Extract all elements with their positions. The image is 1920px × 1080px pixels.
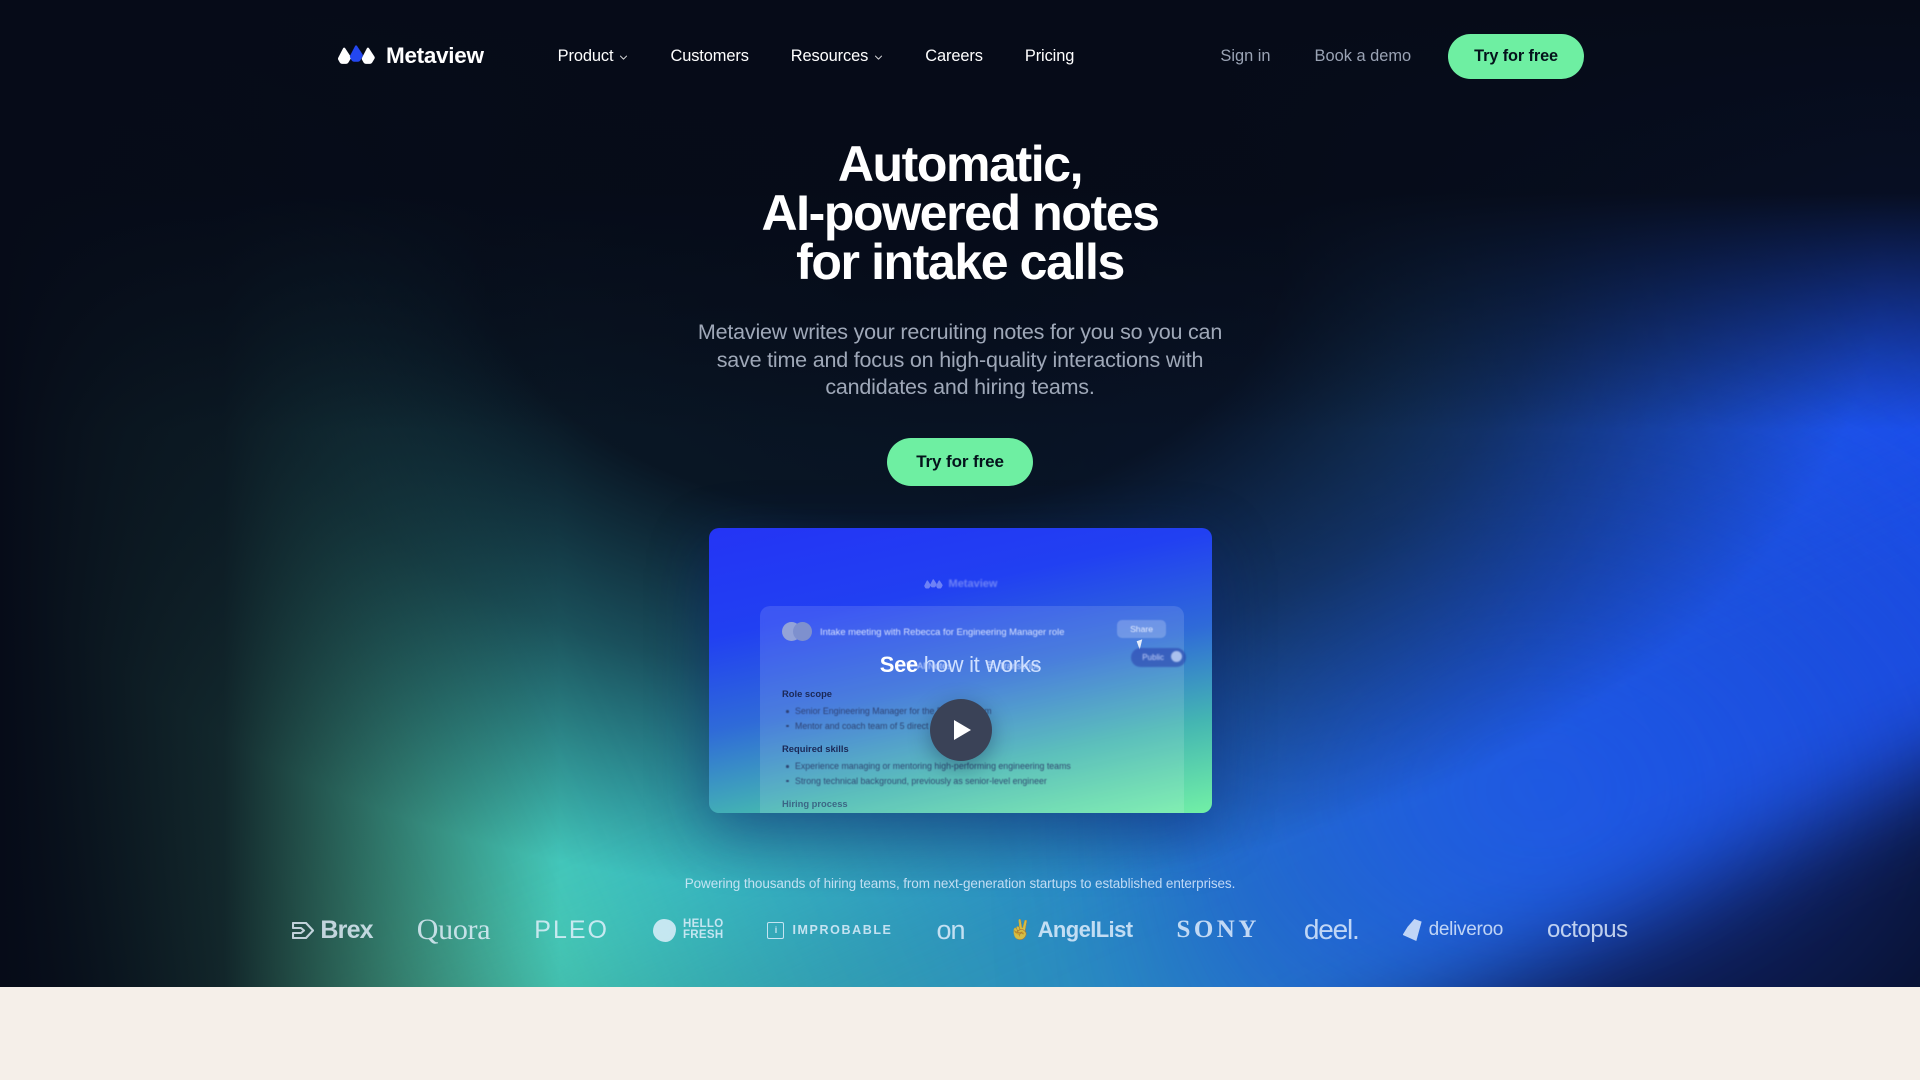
hero-copy: Automatic, AI-powered notes for intake c… — [0, 139, 1920, 486]
improbable-mark-icon: i — [767, 921, 785, 939]
logo-quora: Quora — [395, 910, 512, 950]
hero-section: Metaview Product Customers Resources Car… — [0, 0, 1920, 987]
try-for-free-button-nav[interactable]: Try for free — [1448, 33, 1584, 79]
nav-item-resources-label: Resources — [790, 46, 869, 65]
nav-item-customers-label: Customers — [670, 46, 749, 65]
metaview-mountain-logo-icon — [338, 45, 375, 64]
logo-pleo: PLEO — [512, 910, 631, 950]
headline-line-1: Automatic, — [837, 136, 1084, 192]
nav-item-product[interactable]: Product — [537, 39, 650, 74]
logo-angellist-label: AngelList — [1037, 917, 1133, 942]
logo-hellofresh: HELLO FRESH — [631, 910, 745, 950]
social-proof-caption: Powering thousands of hiring teams, from… — [684, 876, 1236, 891]
headline-line-2: AI-powered notes — [761, 185, 1159, 241]
next-section-placeholder — [0, 987, 1920, 1080]
subheadline-line-2: save time and focus on high-quality inte… — [716, 347, 1204, 372]
main-navigation: Metaview Product Customers Resources Car… — [0, 0, 1920, 112]
notes-heading-role-scope: Role scope — [782, 688, 833, 699]
nav-item-pricing-label: Pricing — [1024, 46, 1075, 65]
customer-logo-strip: Brex Quora PLEO HELLO FRESH i IMPROBABLE — [0, 910, 1920, 950]
logo-octopus-label: octopus — [1547, 916, 1628, 943]
video-share-button: Share — [1117, 620, 1166, 638]
how-it-works-video[interactable]: Metaview Intake meeting with Rebecca for… — [709, 528, 1212, 813]
nav-item-pricing[interactable]: Pricing — [1004, 39, 1095, 74]
logo-deliveroo: deliveroo — [1381, 910, 1525, 950]
logo-on: on — [915, 910, 987, 950]
nav-item-customers[interactable]: Customers — [649, 39, 769, 74]
logo-brex: Brex — [270, 910, 394, 950]
notes-heading-hiring-process: Hiring process — [782, 798, 848, 809]
nav-actions: Sign in Book a demo Try for free — [1198, 33, 1584, 79]
deliveroo-kite-icon — [1402, 919, 1422, 941]
try-for-free-button-hero[interactable]: Try for free — [887, 437, 1033, 486]
brand-logo-link[interactable]: Metaview — [338, 43, 484, 69]
notes-bullet: Strong technical background, previously … — [782, 774, 1162, 789]
subheadline-line-1: Metaview writes your recruiting notes fo… — [697, 320, 1223, 344]
headline-line-3: for intake calls — [796, 234, 1125, 290]
video-overlay-title-bold: See — [879, 652, 919, 677]
logo-brex-label: Brex — [320, 915, 373, 944]
nav-item-resources[interactable]: Resources — [770, 39, 904, 74]
play-icon — [954, 720, 971, 740]
hellofresh-moon-icon — [652, 918, 676, 942]
logo-hellofresh-label-2: FRESH — [682, 929, 724, 941]
sign-in-link[interactable]: Sign in — [1198, 39, 1292, 74]
chevron-down-icon — [620, 55, 628, 60]
video-app-brand: Metaview — [709, 578, 1212, 590]
logo-quora-label: Quora — [416, 913, 491, 946]
book-demo-link[interactable]: Book a demo — [1293, 39, 1434, 74]
logo-angellist: ✌ AngelList — [987, 910, 1155, 950]
logo-deliveroo-label: deliveroo — [1428, 919, 1504, 940]
notes-bullet: Experience managing or mentoring high-pe… — [782, 759, 1162, 774]
logo-deel: deel. — [1282, 910, 1381, 950]
logo-octopus: octopus — [1525, 910, 1650, 950]
logo-sony-label: SONY — [1176, 916, 1260, 943]
video-meeting-header: Intake meeting with Rebecca for Engineer… — [782, 622, 1162, 641]
video-app-brand-label: Metaview — [948, 578, 998, 590]
metaview-mountain-logo-icon — [923, 578, 943, 588]
angellist-peace-hand-icon: ✌ — [1008, 920, 1033, 941]
logo-pleo-label: PLEO — [534, 915, 609, 944]
logo-improbable: i IMPROBABLE — [745, 910, 914, 950]
avatar — [793, 622, 812, 641]
nav-links: Product Customers Resources Careers Pric… — [537, 39, 1096, 74]
play-button[interactable] — [929, 699, 992, 761]
avatar-group — [782, 622, 812, 641]
page-title: Automatic, AI-powered notes for intake c… — [0, 139, 1920, 290]
logo-sony: SONY — [1154, 910, 1281, 950]
logo-improbable-label: IMPROBABLE — [792, 923, 893, 937]
video-overlay-title-rest: how it works — [918, 652, 1042, 677]
nav-item-careers[interactable]: Careers — [904, 39, 1004, 74]
video-overlay-title: See how it works — [709, 652, 1212, 678]
logo-hellofresh-label-1: HELLO — [682, 917, 724, 930]
hero-subheadline: Metaview writes your recruiting notes fo… — [0, 319, 1920, 402]
logo-on-label: on — [936, 915, 966, 945]
logo-deel-label: deel. — [1303, 914, 1360, 945]
brex-mark-icon — [292, 921, 315, 939]
subheadline-line-3: candidates and hiring teams. — [825, 375, 1095, 399]
nav-item-careers-label: Careers — [925, 46, 983, 65]
chevron-down-icon — [875, 55, 883, 60]
nav-item-product-label: Product — [557, 46, 614, 65]
brand-name: Metaview — [386, 43, 484, 68]
video-meeting-title: Intake meeting with Rebecca for Engineer… — [820, 626, 1065, 637]
